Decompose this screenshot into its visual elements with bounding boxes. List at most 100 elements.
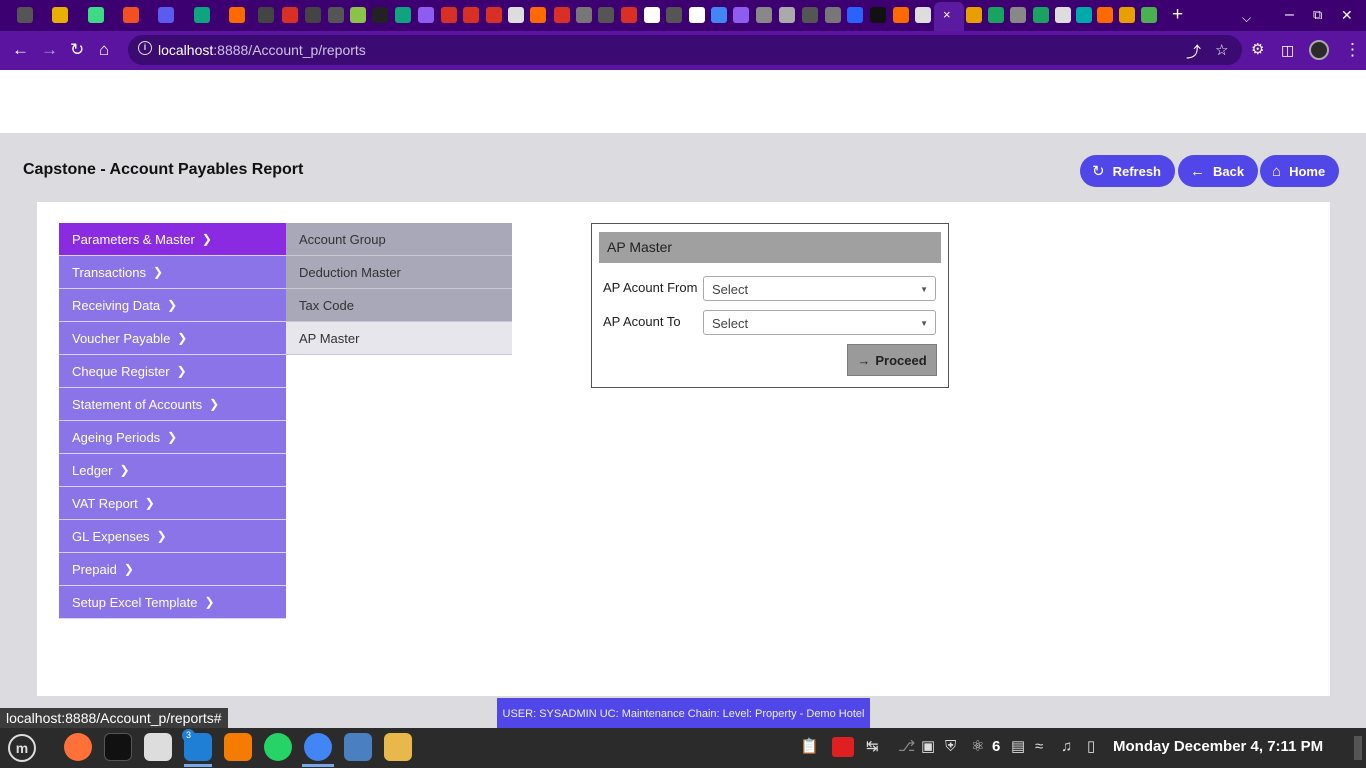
menu-item-statement-of-accounts[interactable]: Statement of Accounts ❯ <box>59 388 286 421</box>
wifi-icon[interactable]: ≈ <box>1035 738 1043 756</box>
forward-arrow-icon[interactable]: → <box>41 40 58 60</box>
tab-favicon-icon[interactable] <box>802 7 818 23</box>
update-icon[interactable]: ▣ <box>921 738 935 756</box>
tab-favicon-icon[interactable] <box>229 7 245 23</box>
window-close-icon[interactable]: ✕ <box>1341 6 1353 24</box>
address-url[interactable]: localhost:8888/Account_p/reports <box>158 42 366 58</box>
tab-favicon-icon[interactable] <box>689 7 705 23</box>
tab-close-icon[interactable]: × <box>943 7 951 22</box>
menu-item-gl-expenses[interactable]: GL Expenses ❯ <box>59 520 286 553</box>
tab-favicon-icon[interactable] <box>328 7 344 23</box>
profile-avatar[interactable] <box>1309 40 1329 60</box>
battery-icon[interactable]: ▯ <box>1087 738 1095 756</box>
mail-icon[interactable] <box>344 733 372 761</box>
proceed-button[interactable]: → Proceed <box>847 344 937 376</box>
tab-search-icon[interactable]: ⌵ <box>1242 9 1251 27</box>
new-tab-button[interactable]: + <box>1172 5 1183 24</box>
shield-icon[interactable]: ⛨ <box>945 738 956 756</box>
tab-favicon-icon[interactable] <box>486 7 502 23</box>
site-info-icon[interactable]: i <box>138 41 152 55</box>
menu-item-transactions[interactable]: Transactions ❯ <box>59 256 286 289</box>
ap-account-to-select[interactable]: Select ▼ <box>703 310 936 335</box>
notifications-icon[interactable]: ⚛ <box>971 738 984 756</box>
menu-item-ageing-periods[interactable]: Ageing Periods ❯ <box>59 421 286 454</box>
tab-favicon-icon[interactable] <box>733 7 749 23</box>
menu-item-cheque-register[interactable]: Cheque Register ❯ <box>59 355 286 388</box>
tab-favicon-icon[interactable] <box>508 7 524 23</box>
side-panel-icon[interactable]: ◫ <box>1281 40 1294 60</box>
menu-item-ledger[interactable]: Ledger ❯ <box>59 454 286 487</box>
tab-favicon-icon[interactable] <box>1076 7 1092 23</box>
start-menu-icon[interactable]: m <box>8 734 36 762</box>
tab-favicon-icon[interactable] <box>158 7 174 23</box>
browser-menu-icon[interactable]: ⋮ <box>1344 40 1361 60</box>
tab-favicon-icon[interactable] <box>825 7 841 23</box>
tab-favicon-icon[interactable] <box>395 7 411 23</box>
tab-favicon-icon[interactable] <box>1055 7 1071 23</box>
refresh-button[interactable]: ↻ Refresh <box>1080 155 1175 187</box>
tab-favicon-icon[interactable] <box>870 7 886 23</box>
maximize-icon[interactable]: ⧉ <box>1313 6 1322 24</box>
menu-item-prepaid[interactable]: Prepaid ❯ <box>59 553 286 586</box>
tab-favicon-icon[interactable] <box>779 7 795 23</box>
tab-favicon-icon[interactable] <box>554 7 570 23</box>
tab-favicon-icon[interactable] <box>418 7 434 23</box>
ap-account-from-select[interactable]: Select ▼ <box>703 276 936 301</box>
music-app-icon[interactable] <box>144 733 172 761</box>
tab-favicon-icon[interactable] <box>1010 7 1026 23</box>
submenu-item-tax-code[interactable]: Tax Code <box>286 289 512 322</box>
tab-favicon-icon[interactable] <box>988 7 1004 23</box>
terminal-icon[interactable] <box>104 733 132 761</box>
tab-favicon-icon[interactable] <box>530 7 546 23</box>
tab-favicon-icon[interactable] <box>666 7 682 23</box>
tab-favicon-icon[interactable] <box>847 7 863 23</box>
clipboard-icon[interactable]: 📋 <box>800 738 819 756</box>
menu-item-parameters-master[interactable]: Parameters & Master ❯ <box>59 223 286 256</box>
tab-favicon-icon[interactable] <box>966 7 982 23</box>
clock[interactable]: Monday December 4, 7:11 PM <box>1113 738 1323 755</box>
tab-favicon-icon[interactable] <box>915 7 931 23</box>
menu-item-voucher-payable[interactable]: Voucher Payable ❯ <box>59 322 286 355</box>
tab-favicon-icon[interactable] <box>1033 7 1049 23</box>
anydesk-icon[interactable] <box>832 737 854 757</box>
home-button[interactable]: ⌂ Home <box>1260 155 1340 187</box>
tab-favicon-icon[interactable] <box>621 7 637 23</box>
tab-favicon-icon[interactable] <box>1119 7 1135 23</box>
tab-favicon-icon[interactable] <box>258 7 274 23</box>
keyboard-icon[interactable]: ▤ <box>1011 738 1025 756</box>
share-icon[interactable]: ⤴ <box>1186 41 1201 62</box>
whatsapp-icon[interactable] <box>264 733 292 761</box>
session-icon[interactable]: ↹ <box>866 738 879 756</box>
bookmark-star-icon[interactable]: ☆ <box>1215 41 1228 59</box>
submenu-item-account-group[interactable]: Account Group <box>286 223 512 256</box>
extensions-icon[interactable]: ⚙ <box>1251 40 1264 60</box>
tab-favicon-icon[interactable] <box>711 7 727 23</box>
tab-favicon-icon[interactable] <box>598 7 614 23</box>
chrome-icon[interactable] <box>304 733 332 761</box>
menu-item-setup-excel-template[interactable]: Setup Excel Template ❯ <box>59 586 286 619</box>
submenu-item-ap-master[interactable]: AP Master <box>286 322 512 355</box>
browser-home-icon[interactable]: ⌂ <box>99 40 109 60</box>
menu-item-receiving-data[interactable]: Receiving Data ❯ <box>59 289 286 322</box>
media-player-icon[interactable] <box>224 733 252 761</box>
tab-favicon-icon[interactable] <box>194 7 210 23</box>
tab-favicon-icon[interactable] <box>17 7 33 23</box>
bluetooth-icon[interactable]: ⎇ <box>898 738 915 756</box>
tab-favicon-icon[interactable] <box>52 7 68 23</box>
submenu-item-deduction-master[interactable]: Deduction Master <box>286 256 512 289</box>
back-arrow-icon[interactable]: ← <box>12 40 29 60</box>
files-icon[interactable] <box>384 733 412 761</box>
back-button[interactable]: ← Back <box>1178 155 1259 187</box>
firefox-icon[interactable] <box>64 733 92 761</box>
tab-favicon-icon[interactable] <box>372 7 388 23</box>
tab-favicon-icon[interactable] <box>893 7 909 23</box>
minimize-icon[interactable]: – <box>1285 6 1294 24</box>
tab-favicon-icon[interactable] <box>463 7 479 23</box>
tab-favicon-icon[interactable] <box>88 7 104 23</box>
tab-favicon-icon[interactable] <box>123 7 139 23</box>
tab-favicon-icon[interactable] <box>644 7 660 23</box>
tab-favicon-icon[interactable] <box>441 7 457 23</box>
show-desktop-button[interactable] <box>1354 736 1362 760</box>
tab-favicon-icon[interactable] <box>282 7 298 23</box>
tab-favicon-icon[interactable] <box>305 7 321 23</box>
